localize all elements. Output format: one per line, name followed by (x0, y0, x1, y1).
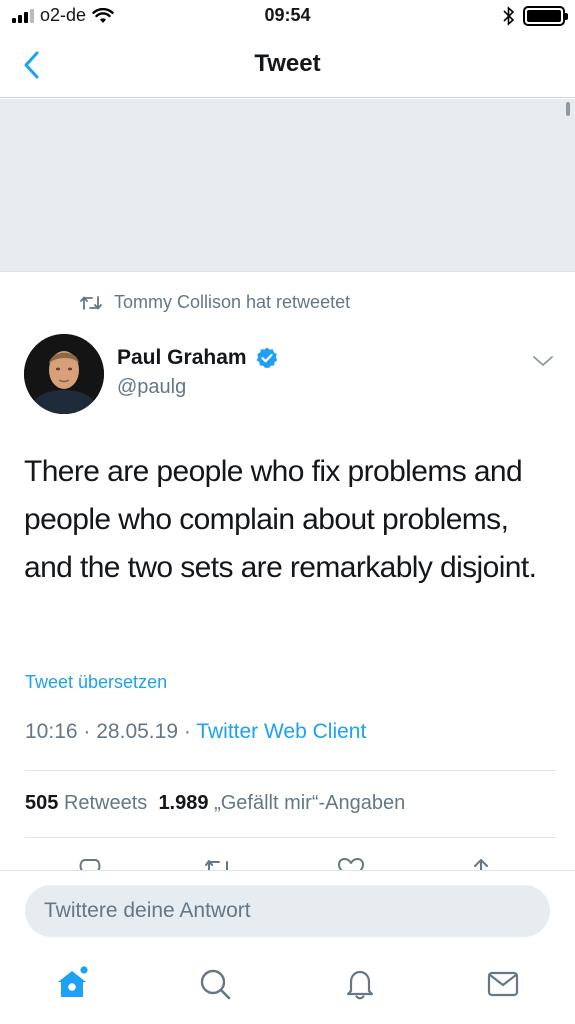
tweet-meta: 10:16 · 28.05.19 · Twitter Web Client (25, 720, 366, 744)
page-title: Tweet (254, 50, 321, 77)
battery-icon (523, 6, 568, 26)
status-right (503, 6, 568, 26)
author-name-label: Paul Graham (117, 346, 247, 369)
reply-bar: Twittere deine Antwort (0, 870, 575, 952)
retweet-context-label: Tommy Collison hat retweetet (114, 292, 351, 312)
tweet-client-link[interactable]: Twitter Web Client (196, 720, 366, 743)
translate-tweet-link[interactable]: Tweet übersetzen (25, 672, 167, 693)
retweet-icon (80, 295, 102, 310)
reply-placeholder: Twittere deine Antwort (44, 899, 251, 922)
media-placeholder (0, 99, 575, 272)
search-icon[interactable] (197, 966, 233, 1002)
tweet-date: 28.05.19 (96, 720, 178, 743)
verified-badge-icon (256, 347, 277, 369)
tweet-options-button[interactable] (530, 350, 556, 372)
divider (25, 837, 556, 838)
battery-fill (527, 10, 561, 22)
meta-separator: · (83, 720, 91, 743)
home-icon[interactable] (54, 966, 90, 1002)
meta-separator: · (183, 720, 191, 743)
like-count: 1.989 (158, 792, 209, 814)
retweets-stat[interactable]: 505 Retweets (25, 792, 147, 814)
nav-bar: Tweet (0, 34, 575, 98)
like-label: „Gefällt mir“-Angaben (214, 792, 406, 814)
tweet-time: 10:16 (25, 720, 78, 743)
avatar-photo (24, 334, 104, 414)
bluetooth-icon (503, 6, 515, 26)
scroll-indicator[interactable] (566, 102, 570, 116)
author-handle[interactable]: @paulg (117, 376, 186, 399)
status-time: 09:54 (264, 5, 311, 25)
retweet-count: 505 (25, 792, 59, 814)
retweet-label: Retweets (63, 792, 148, 814)
tab-bar (0, 952, 575, 1024)
chevron-down-icon (533, 356, 553, 366)
status-bar: o2-de 09:54 (0, 0, 575, 34)
tweet-text: There are people who fix problems and pe… (24, 455, 537, 584)
likes-stat[interactable]: 1.989 „Gefällt mir“-Angaben (158, 792, 405, 814)
reply-input[interactable]: Twittere deine Antwort (25, 885, 550, 937)
divider (25, 770, 556, 771)
tweet-stats: 505 Retweets 1.989 „Gefällt mir“-Angaben (25, 792, 405, 815)
author-name[interactable]: Paul Graham (117, 346, 279, 370)
messages-icon[interactable] (485, 966, 521, 1002)
notifications-icon[interactable] (342, 966, 378, 1002)
avatar[interactable] (24, 334, 104, 414)
retweet-context[interactable]: Tommy Collison hat retweetet (80, 292, 350, 313)
